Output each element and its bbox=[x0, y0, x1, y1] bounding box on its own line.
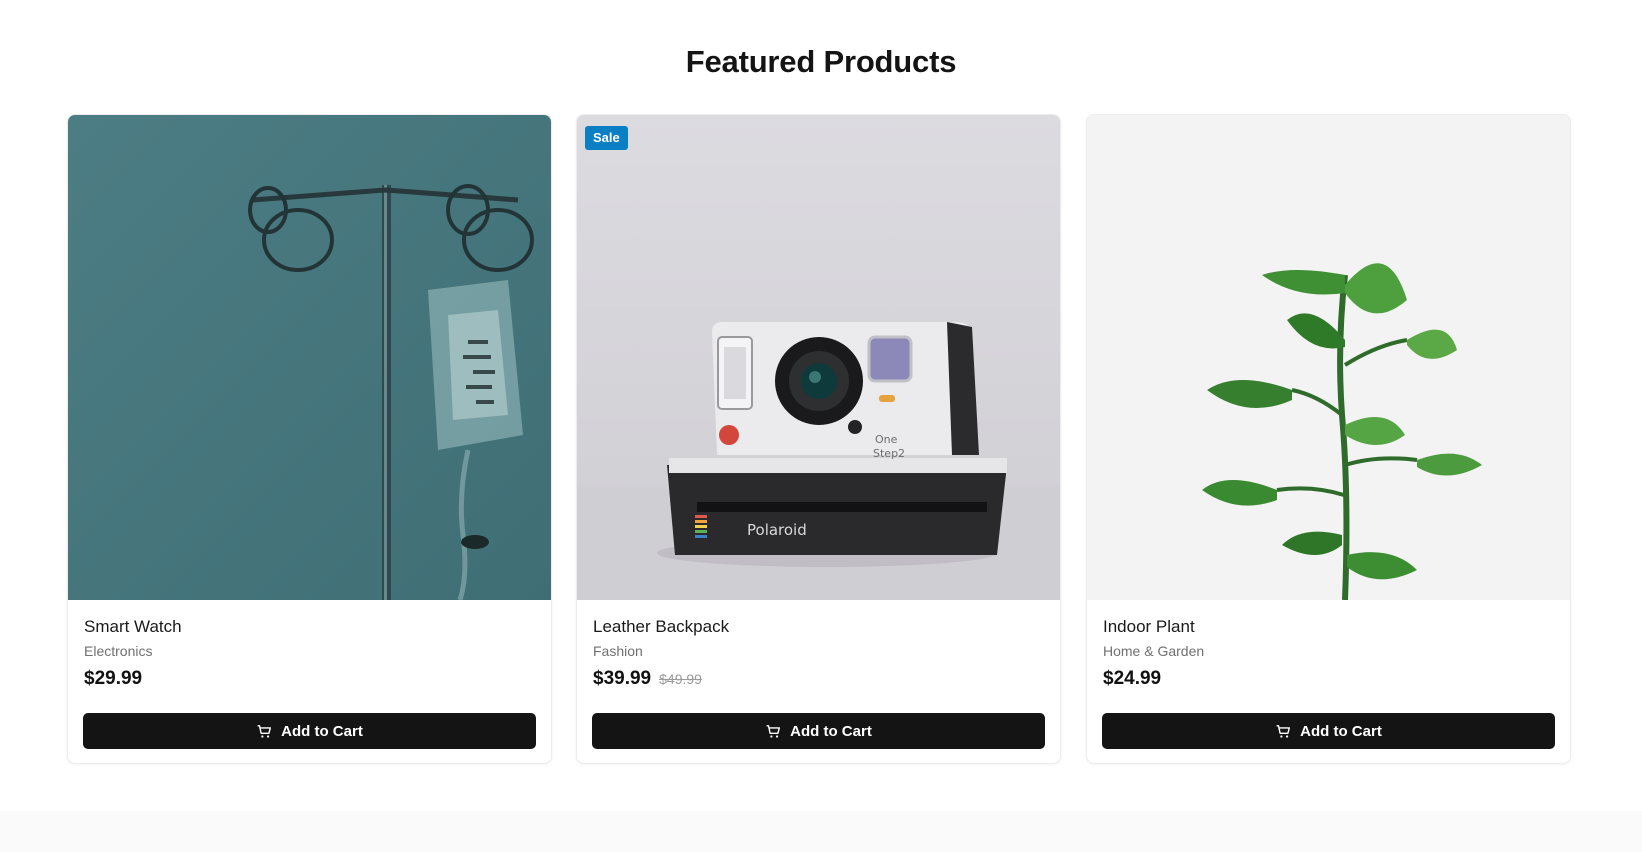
product-category: Electronics bbox=[84, 643, 153, 659]
price-row: $29.99 bbox=[84, 668, 142, 690]
product-price: $29.99 bbox=[84, 668, 143, 689]
product-name[interactable]: Smart Watch bbox=[84, 617, 182, 637]
instant-camera-photo: Polaroid One Step2 bbox=[577, 115, 1060, 600]
svg-text:Polaroid: Polaroid bbox=[747, 521, 807, 539]
shopping-cart-icon bbox=[257, 724, 272, 738]
footer-band bbox=[0, 811, 1642, 852]
potted-plant-photo bbox=[1087, 115, 1570, 600]
add-to-cart-label: Add to Cart bbox=[790, 722, 872, 740]
product-image[interactable] bbox=[68, 115, 551, 600]
svg-text:Step2: Step2 bbox=[873, 447, 905, 460]
shopping-cart-icon bbox=[1276, 724, 1291, 738]
sale-badge: Sale bbox=[585, 126, 628, 150]
product-name[interactable]: Leather Backpack bbox=[593, 617, 729, 637]
product-image[interactable] bbox=[1087, 115, 1570, 600]
product-price: $24.99 bbox=[1103, 668, 1162, 689]
original-price: $49.99 bbox=[659, 671, 702, 687]
shopping-cart-icon bbox=[766, 724, 781, 738]
add-to-cart-button[interactable]: Add to Cart bbox=[83, 713, 536, 749]
product-grid: Smart Watch Electronics $29.99 Polaroid … bbox=[67, 114, 1572, 764]
svg-text:One: One bbox=[875, 433, 898, 446]
price-row: $24.99 bbox=[1103, 668, 1161, 690]
product-card[interactable]: Indoor Plant Home & Garden $24.99 bbox=[1086, 114, 1571, 764]
product-category: Fashion bbox=[593, 643, 643, 659]
product-image[interactable]: Polaroid One Step2 Sale bbox=[577, 115, 1060, 600]
iv-drip-stand-photo bbox=[68, 115, 551, 600]
section-title: Featured Products bbox=[685, 44, 957, 79]
add-to-cart-label: Add to Cart bbox=[281, 722, 363, 740]
price-row: $39.99 $49.99 bbox=[593, 668, 702, 690]
product-price: $39.99 bbox=[593, 668, 652, 689]
featured-products-section: Featured Products Smart Watch Electronic… bbox=[0, 0, 1642, 811]
add-to-cart-label: Add to Cart bbox=[1300, 722, 1382, 740]
product-category: Home & Garden bbox=[1103, 643, 1205, 659]
product-card[interactable]: Smart Watch Electronics $29.99 bbox=[67, 114, 552, 764]
add-to-cart-button[interactable]: Add to Cart bbox=[592, 713, 1045, 749]
product-card[interactable]: Polaroid One Step2 Sale Leather Backpack… bbox=[576, 114, 1061, 764]
add-to-cart-button[interactable]: Add to Cart bbox=[1102, 713, 1555, 749]
product-name[interactable]: Indoor Plant bbox=[1103, 617, 1195, 637]
